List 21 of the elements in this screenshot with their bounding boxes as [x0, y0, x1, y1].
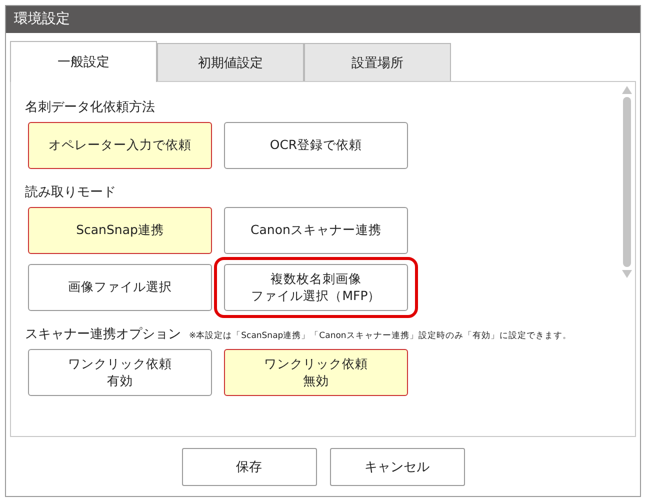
option-button[interactable]: オペレーター入力で依頼 [28, 122, 212, 169]
section-title: 読み取りモード [25, 184, 116, 201]
dialog-button[interactable]: 保存 [182, 448, 316, 486]
tab[interactable]: 設置場所 [304, 43, 451, 81]
option-button[interactable]: ワンクリック依頼 無効 [224, 349, 408, 396]
option-button[interactable]: 画像ファイル選択 [28, 264, 212, 311]
scroll-up-icon[interactable] [622, 86, 632, 94]
option-button[interactable]: Canonスキャナー連携 [224, 207, 408, 254]
section-title: スキャナー連携オプション [25, 326, 181, 343]
option-button[interactable]: ScanSnap連携 [28, 207, 212, 254]
scrollbar-thumb[interactable] [623, 97, 631, 267]
option-button[interactable]: OCR登録で依頼 [224, 122, 408, 169]
section-title: 名刺データ化依頼方法 [25, 99, 155, 116]
dialog-button[interactable]: キャンセル [330, 448, 464, 486]
tab[interactable]: 初期値設定 [157, 43, 304, 81]
scroll-down-icon[interactable] [622, 270, 632, 278]
section-note: ※本設定は「ScanSnap連携」「Canonスキャナー連携」設定時のみ「有効」に設定できます。 [189, 330, 572, 342]
option-button[interactable]: ワンクリック依頼 有効 [28, 349, 212, 396]
window-title: 環境設定 [6, 6, 640, 33]
tab[interactable]: 一般設定 [10, 41, 157, 82]
option-button[interactable]: 複数枚名刺画像 ファイル選択（MFP） [224, 264, 408, 311]
